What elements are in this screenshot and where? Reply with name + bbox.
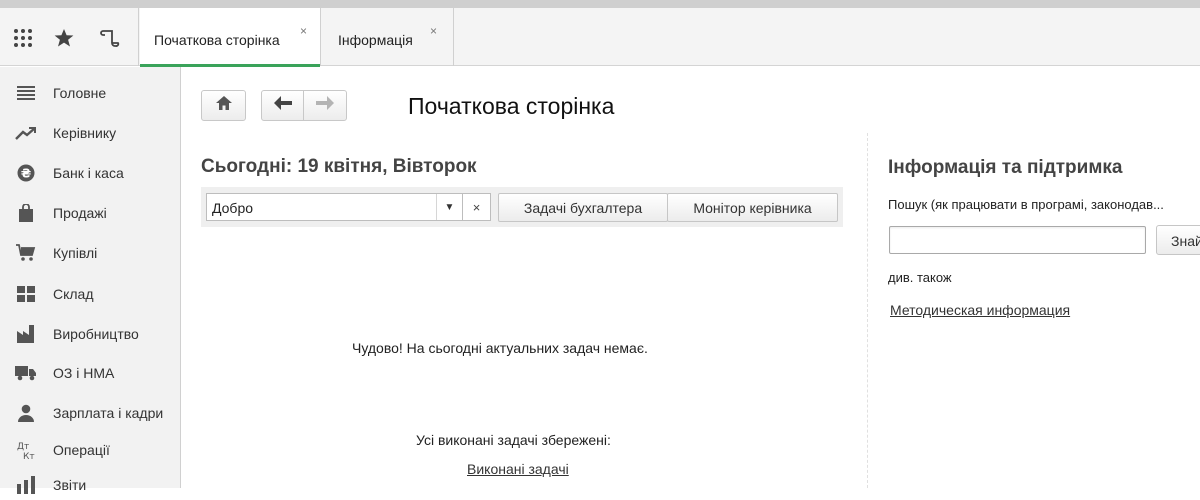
- sidebar-item-production[interactable]: Виробництво: [0, 319, 180, 349]
- bar-chart-icon: [15, 475, 37, 495]
- sidebar-item-salary-hr[interactable]: Зарплата і кадри: [0, 398, 180, 428]
- topbar-icon-group: [0, 8, 139, 66]
- tab-home[interactable]: Початкова сторінка ×: [140, 8, 321, 67]
- tab-home-label: Початкова сторінка: [154, 32, 280, 48]
- panel-divider: [867, 133, 868, 488]
- apps-grid-icon[interactable]: [11, 26, 35, 50]
- clear-button[interactable]: ×: [463, 193, 491, 221]
- sidebar-item-label: Продажі: [53, 205, 107, 221]
- dt-kt-icon: Дт Кт: [15, 440, 37, 460]
- window-top-strip: [0, 0, 1200, 8]
- sidebar-item-bank[interactable]: ₴ Банк і каса: [0, 158, 180, 188]
- saved-tasks-message: Усі виконані задачі збережені:: [416, 432, 611, 448]
- arrow-right-icon: [316, 96, 334, 115]
- find-button[interactable]: Знайти: [1156, 225, 1200, 255]
- page-title: Початкова сторінка: [408, 93, 615, 119]
- sidebar-item-main[interactable]: Головне: [0, 78, 180, 108]
- sidebar: Головне Керівнику ₴ Банк і каса Продажі …: [0, 67, 181, 494]
- tab-information[interactable]: Інформація ×: [322, 8, 454, 66]
- back-button[interactable]: [261, 90, 304, 121]
- sidebar-item-label: Зарплата і кадри: [53, 405, 164, 421]
- sidebar-item-label: Купівлі: [53, 245, 98, 261]
- methodical-info-link[interactable]: Методическая информация: [890, 302, 1070, 318]
- home-icon: [215, 96, 232, 115]
- status-combo[interactable]: Добро ▼: [206, 193, 463, 221]
- see-also-label: див. також: [888, 270, 952, 285]
- menu-lines-icon: [15, 83, 37, 103]
- arrow-left-icon: [273, 96, 292, 115]
- sidebar-item-label: ОЗ і НМА: [53, 365, 115, 381]
- home-button[interactable]: [201, 90, 246, 121]
- shopping-bag-icon: [15, 203, 37, 223]
- main-content: Початкова сторінка Сьогодні: 19 квітня, …: [181, 67, 1200, 488]
- svg-text:Дт: Дт: [17, 442, 29, 452]
- info-panel-title: Інформація та підтримка: [888, 157, 1123, 178]
- completed-tasks-link[interactable]: Виконані задачі: [467, 461, 569, 477]
- svg-text:Кт: Кт: [23, 452, 35, 460]
- sidebar-item-manager[interactable]: Керівнику: [0, 118, 180, 148]
- sidebar-item-label: Банк і каса: [53, 165, 124, 181]
- sidebar-item-label: Склад: [53, 286, 94, 302]
- sidebar-item-purchases[interactable]: Купівлі: [0, 238, 180, 268]
- person-icon: [15, 403, 37, 423]
- truck-icon: [15, 363, 37, 383]
- status-combo-value: Добро: [212, 200, 254, 216]
- sidebar-item-warehouse[interactable]: Склад: [0, 279, 180, 309]
- accountant-tasks-button[interactable]: Задачі бухгалтера: [498, 193, 668, 222]
- info-search-input[interactable]: [889, 226, 1146, 254]
- factory-icon: [15, 324, 37, 344]
- star-icon[interactable]: [52, 26, 76, 50]
- top-bar: Початкова сторінка × Інформація ×: [0, 8, 1200, 67]
- sidebar-item-reports[interactable]: Звіти: [0, 470, 180, 500]
- sidebar-item-operations[interactable]: Дт Кт Операції: [0, 435, 180, 465]
- sidebar-item-sales[interactable]: Продажі: [0, 198, 180, 228]
- manager-monitor-button[interactable]: Монітор керівника: [667, 193, 838, 222]
- chevron-down-icon[interactable]: ▼: [436, 194, 462, 220]
- info-search-label: Пошук (як працювати в програмі, законода…: [888, 197, 1164, 212]
- svg-text:₴: ₴: [21, 167, 31, 181]
- cart-icon: [15, 243, 37, 263]
- sidebar-item-label: Головне: [53, 85, 107, 101]
- tab-home-close-icon[interactable]: ×: [300, 24, 307, 38]
- sidebar-item-label: Звіти: [53, 477, 87, 493]
- sidebar-item-label: Виробництво: [53, 326, 139, 342]
- tab-information-close-icon[interactable]: ×: [430, 24, 437, 38]
- sidebar-item-fixed-assets[interactable]: ОЗ і НМА: [0, 358, 180, 388]
- no-tasks-message: Чудово! На сьогодні актуальних задач нем…: [352, 340, 648, 356]
- sidebar-item-label: Операції: [53, 442, 110, 458]
- sidebar-item-label: Керівнику: [53, 125, 117, 141]
- tab-information-label: Інформація: [338, 32, 413, 48]
- trend-up-icon: [15, 123, 37, 143]
- warehouse-grid-icon: [15, 284, 37, 304]
- today-heading: Сьогодні: 19 квітня, Вівторок: [201, 156, 477, 177]
- currency-coin-icon: ₴: [15, 163, 37, 183]
- tasks-toolbar: Добро ▼ × Задачі бухгалтера Монітор кері…: [201, 187, 843, 227]
- forward-button[interactable]: [303, 90, 347, 121]
- history-icon[interactable]: [98, 26, 122, 50]
